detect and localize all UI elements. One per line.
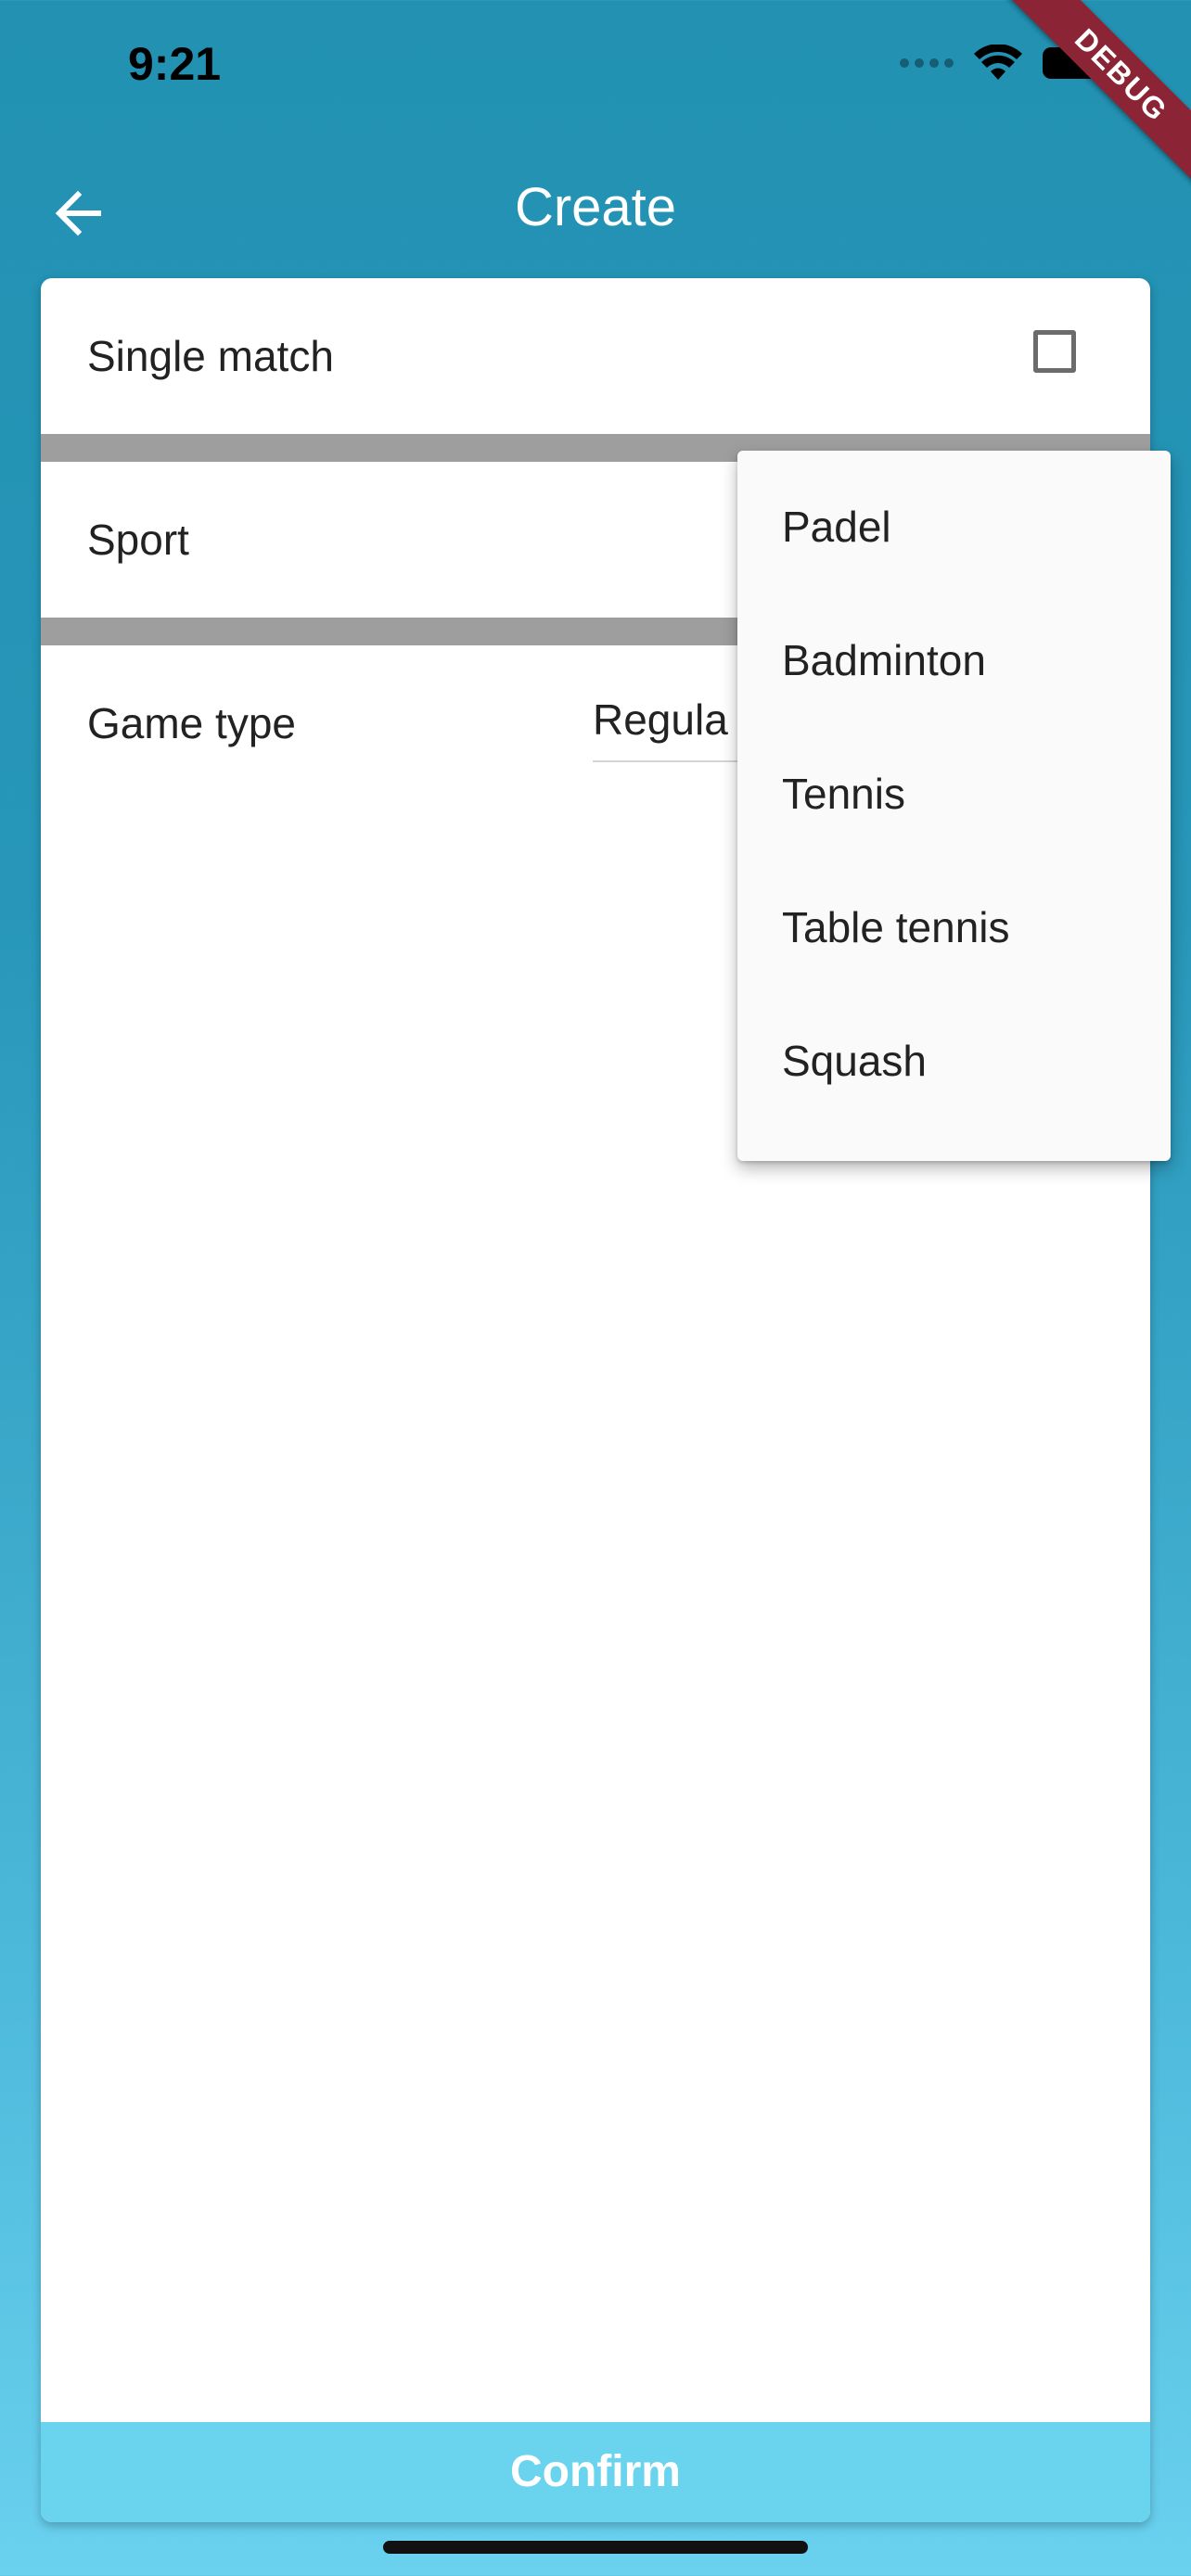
- cellular-signal-icon: [900, 58, 954, 68]
- status-time: 9:21: [128, 38, 222, 90]
- confirm-button[interactable]: Confirm: [41, 2422, 1150, 2522]
- menu-item-table-tennis[interactable]: Table tennis: [737, 861, 1171, 994]
- single-match-label: Single match: [87, 332, 334, 380]
- wifi-icon: [974, 45, 1022, 80]
- page-title: Create: [514, 177, 677, 237]
- single-match-row[interactable]: Single match: [41, 278, 1150, 434]
- app-bar: Create: [0, 148, 1191, 269]
- menu-item-padel[interactable]: Padel: [737, 460, 1171, 593]
- single-match-checkbox[interactable]: [1033, 330, 1076, 373]
- menu-item-badminton[interactable]: Badminton: [737, 593, 1171, 727]
- sport-label: Sport: [87, 516, 189, 564]
- game-type-label: Game type: [87, 699, 296, 747]
- status-bar: 9:21: [0, 0, 1191, 139]
- home-indicator: [383, 2541, 808, 2554]
- sport-dropdown-menu: Padel Badminton Tennis Table tennis Squa…: [737, 451, 1171, 1161]
- menu-item-tennis[interactable]: Tennis: [737, 727, 1171, 861]
- menu-item-squash[interactable]: Squash: [737, 994, 1171, 1128]
